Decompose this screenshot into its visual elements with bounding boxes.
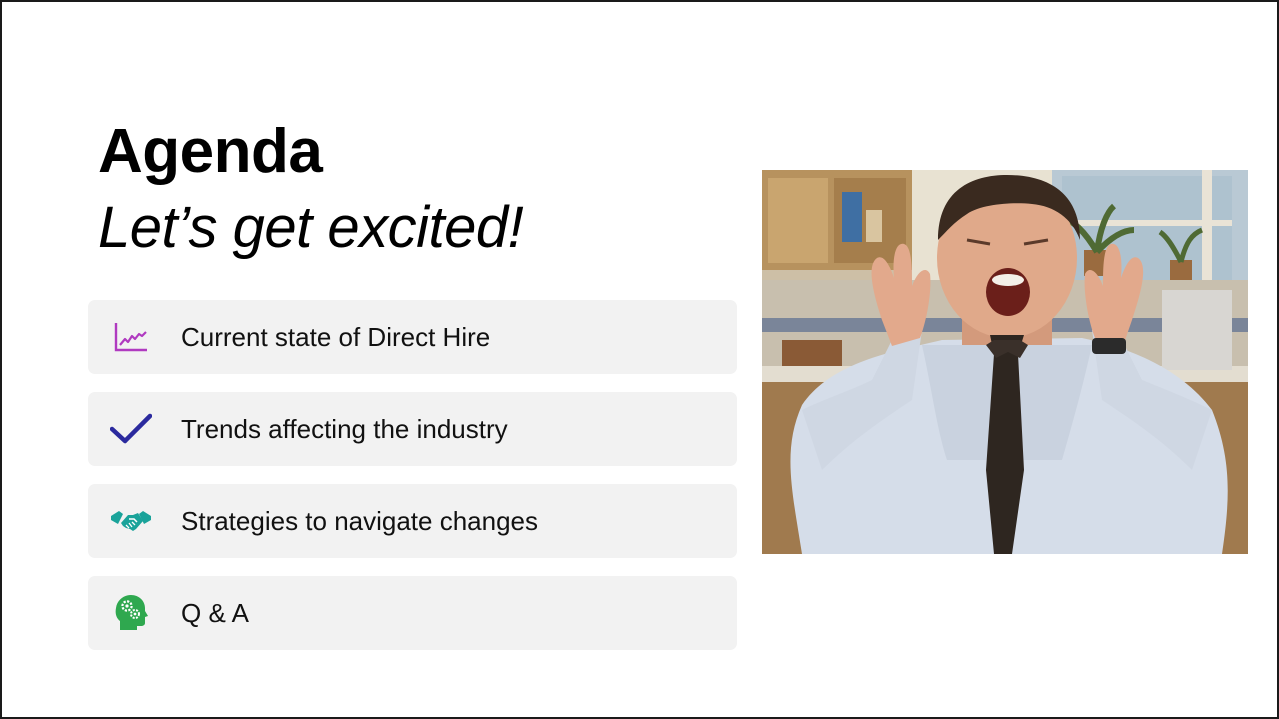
- agenda-item-label: Q & A: [181, 597, 249, 628]
- agenda-item-label: Trends affecting the industry: [181, 413, 508, 444]
- head-gears-icon: [110, 592, 152, 634]
- slide-subtitle: Let’s get excited!: [98, 195, 524, 260]
- agenda-item-strategies: Strategies to navigate changes: [88, 484, 737, 558]
- agenda-item-qa: Q & A: [88, 576, 737, 650]
- trend-chart-icon: [110, 316, 152, 358]
- checkmark-icon: [110, 408, 152, 450]
- agenda-item-trends: Trends affecting the industry: [88, 392, 737, 466]
- agenda-list: Current state of Direct Hire Trends affe…: [88, 300, 737, 668]
- slide-title: Agenda: [98, 117, 323, 186]
- agenda-item-label: Strategies to navigate changes: [181, 505, 539, 536]
- excited-man-photo: [762, 170, 1248, 554]
- agenda-item-label: Current state of Direct Hire: [181, 321, 491, 352]
- slide: Agenda Let’s get excited! Current state …: [0, 0, 1279, 719]
- handshake-icon: [110, 500, 152, 542]
- agenda-item-current-state: Current state of Direct Hire: [88, 300, 737, 374]
